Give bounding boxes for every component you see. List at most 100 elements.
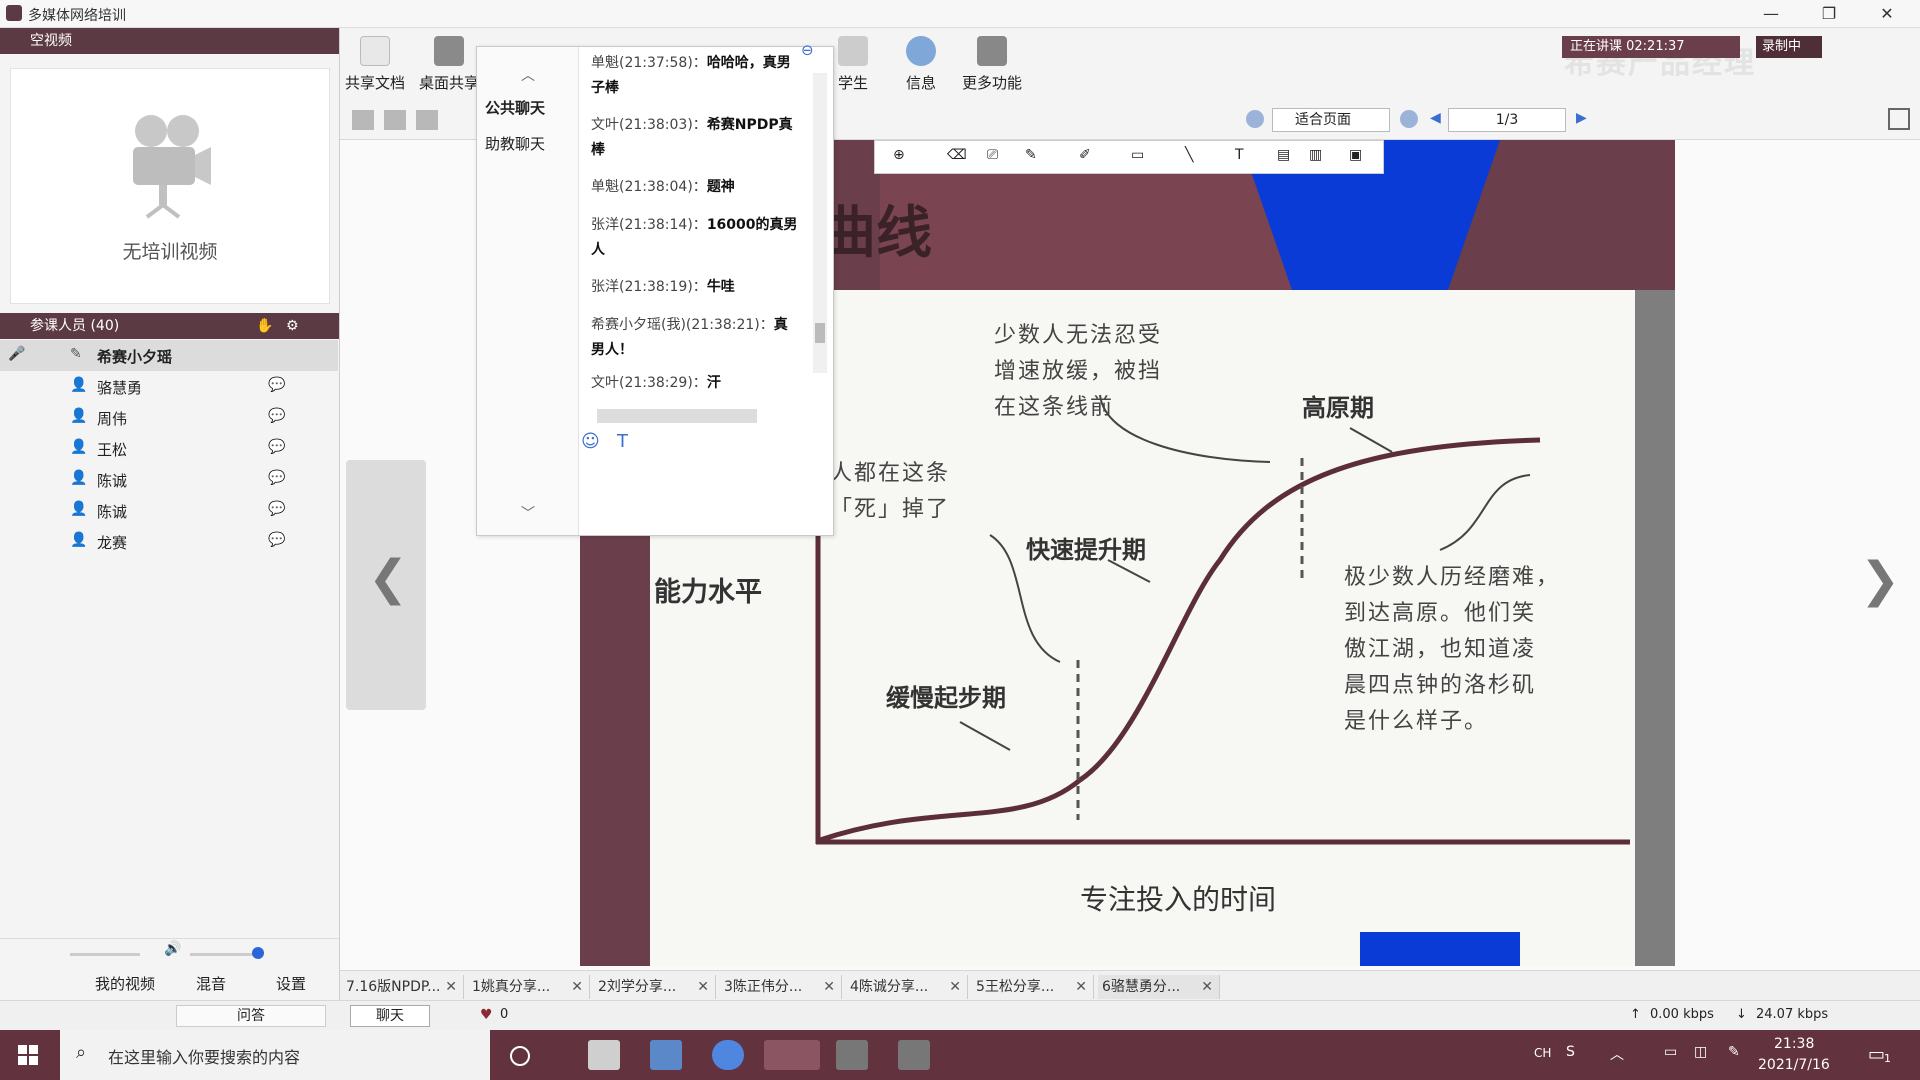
chat-bubble-icon[interactable]: 💬: [268, 377, 285, 393]
live-status-badge[interactable]: 正在讲课 02:21:37: [1562, 36, 1740, 58]
add-page-icon[interactable]: [384, 110, 406, 130]
participant-row[interactable]: 👤 陈诚 💬: [0, 464, 338, 495]
app-c-icon[interactable]: [836, 1040, 868, 1070]
sogou-icon[interactable]: S: [1566, 1044, 1575, 1060]
close-tab-icon[interactable]: ✕: [949, 975, 961, 999]
doc-tab[interactable]: 7.16版NPDP... ✕: [342, 975, 464, 999]
participant-row[interactable]: 👤 骆慧勇 💬: [0, 371, 338, 402]
windows-start-icon[interactable]: [18, 1045, 38, 1065]
chat-scroll-thumb[interactable]: [815, 323, 825, 343]
raise-hand-icon[interactable]: ✋: [256, 313, 273, 339]
doc-tab[interactable]: 1姚真分享... ✕: [468, 975, 590, 999]
doc-tab[interactable]: 3陈正伟分... ✕: [720, 975, 842, 999]
cortana-icon[interactable]: [510, 1046, 530, 1066]
training-app-icon[interactable]: [764, 1040, 820, 1070]
my-video-button[interactable]: 我的视频: [95, 973, 155, 994]
file-explorer-icon[interactable]: [650, 1040, 682, 1070]
camera-icon: [133, 115, 211, 219]
chat-bubble-icon[interactable]: 💬: [268, 470, 285, 486]
rectangle-icon[interactable]: ▭: [1131, 147, 1144, 163]
chat-bubble-icon[interactable]: 💬: [268, 501, 285, 517]
chat-button[interactable]: 聊天: [350, 1005, 430, 1027]
pointer-icon[interactable]: ⊕: [893, 147, 905, 163]
mix-button[interactable]: 混音: [196, 973, 226, 994]
clear-icon[interactable]: ⎚: [987, 147, 998, 163]
zoom-out-icon[interactable]: [1400, 110, 1418, 128]
qa-button[interactable]: 问答: [176, 1005, 326, 1027]
tab-public-chat[interactable]: 公共聊天: [485, 97, 545, 118]
page-select[interactable]: 1/3: [1448, 108, 1566, 132]
clock-date[interactable]: 2021/7/16: [1758, 1057, 1830, 1073]
notification-icon[interactable]: ▭: [1868, 1044, 1885, 1065]
close-tab-icon[interactable]: ✕: [445, 975, 457, 999]
chat-bubble-icon[interactable]: 💬: [268, 532, 285, 548]
prev-page-icon[interactable]: ◀: [1430, 110, 1441, 126]
text-format-icon[interactable]: T: [617, 431, 628, 452]
chat-message: 文叶(21:38:29)：汗: [591, 371, 801, 396]
powerpoint-icon[interactable]: [588, 1040, 620, 1070]
pen-icon[interactable]: ✎: [1025, 147, 1037, 163]
screenshot-icon[interactable]: [416, 110, 438, 130]
chevron-up-icon[interactable]: ︿: [521, 65, 535, 85]
ime-indicator[interactable]: CH: [1534, 1046, 1551, 1060]
settings-button[interactable]: 设置: [276, 973, 306, 994]
doc-tab-active[interactable]: 6骆慧勇分... ✕: [1098, 975, 1220, 999]
emoji-icon[interactable]: ☺: [581, 431, 600, 452]
close-button[interactable]: ✕: [1864, 2, 1910, 26]
volume-knob[interactable]: [252, 947, 264, 959]
minimize-button[interactable]: —: [1748, 2, 1794, 26]
participant-row[interactable]: 👤 周伟 💬: [0, 402, 338, 433]
msg-sender: 单魁(21:38:04)：: [591, 179, 707, 195]
share-doc-button[interactable]: 共享文档: [340, 36, 410, 93]
mic-volume-slider[interactable]: [70, 953, 140, 956]
desktop-share-button[interactable]: 桌面共享: [414, 36, 484, 93]
close-tab-icon[interactable]: ✕: [1201, 975, 1213, 999]
network-icon[interactable]: ◫: [1694, 1044, 1707, 1060]
speaker-icon[interactable]: 🔊: [164, 941, 181, 957]
chat-bubble-icon[interactable]: 💬: [268, 439, 285, 455]
close-tab-icon[interactable]: ✕: [1075, 975, 1087, 999]
app-c2-icon[interactable]: [898, 1040, 930, 1070]
participant-row[interactable]: 👤 陈诚 💬: [0, 495, 338, 526]
highlighter-icon[interactable]: ✐: [1079, 147, 1091, 163]
collapse-chat-button[interactable]: ⊖: [801, 41, 814, 59]
chat-hscrollbar[interactable]: [597, 409, 757, 423]
line-icon[interactable]: ╲: [1185, 147, 1193, 163]
participant-row[interactable]: 👤 龙赛 💬: [0, 526, 338, 557]
next-page-icon[interactable]: ▶: [1576, 110, 1587, 126]
doc-tab[interactable]: 5王松分享... ✕: [972, 975, 1094, 999]
tray-expand-icon[interactable]: ︿: [1610, 1044, 1624, 1064]
heart-icon[interactable]: ♥: [480, 1007, 493, 1023]
eraser-icon[interactable]: ⌫: [947, 147, 967, 163]
tab-assistant-chat[interactable]: 助教聊天: [485, 133, 545, 154]
close-tab-icon[interactable]: ✕: [571, 975, 583, 999]
taskbar-search-box[interactable]: ⌕ 在这里输入你要搜索的内容: [60, 1030, 490, 1080]
zoom-in-icon[interactable]: [1246, 110, 1264, 128]
next-slide-button[interactable]: ❯: [1860, 552, 1900, 608]
chat-scrollbar[interactable]: [813, 73, 827, 373]
close-tab-icon[interactable]: ✕: [823, 975, 835, 999]
maximize-button[interactable]: ❐: [1806, 2, 1852, 26]
text-icon[interactable]: T: [1235, 147, 1244, 163]
speaker-volume-slider[interactable]: [190, 953, 260, 956]
participant-row[interactable]: 🎤 ✎ 希赛小夕瑶: [0, 340, 338, 371]
settings-gear-icon[interactable]: ⚙: [286, 313, 299, 339]
fit-page-select[interactable]: 适合页面: [1272, 108, 1390, 132]
redo-icon[interactable]: ▥: [1309, 147, 1322, 163]
open-folder-icon[interactable]: [352, 110, 374, 130]
pen-tray-icon[interactable]: ✎: [1728, 1044, 1740, 1060]
chat-bubble-icon[interactable]: 💬: [268, 408, 285, 424]
record-status[interactable]: 录制中: [1756, 36, 1822, 58]
doc-tab[interactable]: 2刘学分享... ✕: [594, 975, 716, 999]
chrome-icon[interactable]: [712, 1040, 744, 1070]
chevron-down-icon[interactable]: ﹀: [521, 503, 535, 523]
snapshot-icon[interactable]: ▣: [1349, 147, 1362, 163]
doc-tab[interactable]: 4陈诚分享... ✕: [846, 975, 968, 999]
fullscreen-icon[interactable]: [1888, 108, 1910, 130]
participant-row[interactable]: 👤 王松 💬: [0, 433, 338, 464]
more-features-button[interactable]: 更多功能: [944, 36, 1040, 93]
clock-time[interactable]: 21:38: [1774, 1036, 1814, 1052]
prev-slide-button[interactable]: ❮: [346, 460, 426, 710]
close-tab-icon[interactable]: ✕: [697, 975, 709, 999]
undo-icon[interactable]: ▤: [1277, 147, 1290, 163]
